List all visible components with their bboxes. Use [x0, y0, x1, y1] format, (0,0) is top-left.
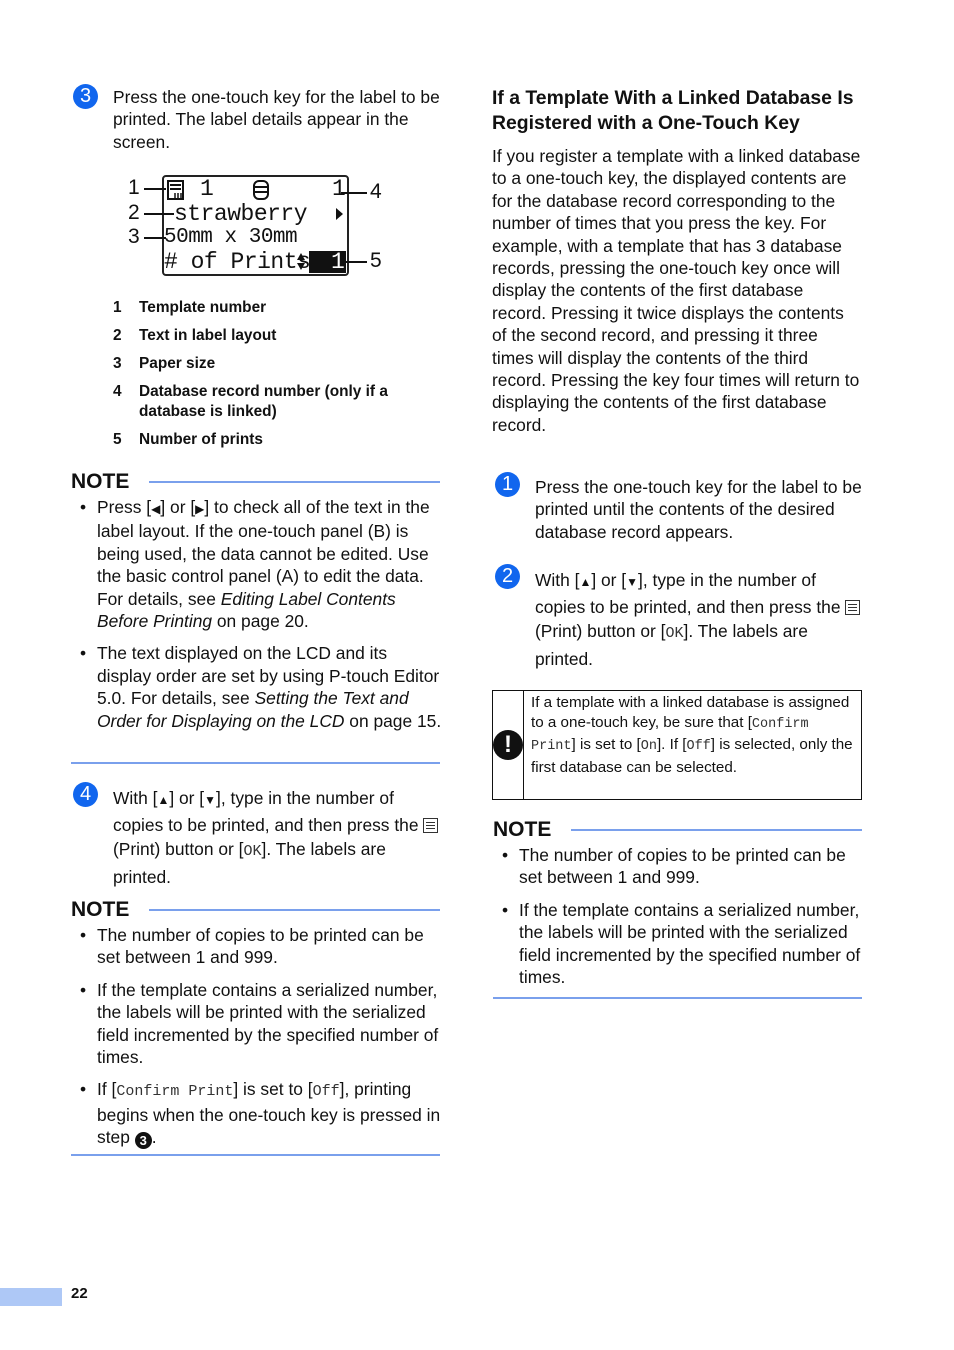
- caution-text: If a template with a linked database is …: [531, 694, 853, 776]
- callout-4: 4: [370, 180, 382, 203]
- note-1-bullet-2: • The text displayed on the LCD and its d…: [80, 643, 442, 731]
- note-2-list: • The number of copies to be printed can …: [80, 924, 442, 1159]
- note-1-list: • Press [◀] or [▶] to check all of the te…: [80, 496, 442, 742]
- note-3-rule: [571, 829, 862, 831]
- legend-item: 2 Text in label layout: [113, 327, 277, 344]
- legend-item: 3 Paper size: [113, 355, 216, 372]
- print-icon: [845, 599, 861, 615]
- callout-2: 2: [128, 201, 140, 224]
- down-arrow-key: ▼: [204, 793, 217, 807]
- lcd-screen: 1 1 strawberry 50mm x 30mm # of Prints 1: [162, 175, 349, 276]
- note-3-heading: NOTE: [493, 818, 552, 841]
- right-step-1-badge: 1: [495, 472, 520, 497]
- up-arrow-key: ▲: [579, 575, 592, 589]
- note-2-bottom-rule: [71, 1154, 440, 1156]
- note-2-rule: [149, 909, 440, 911]
- note-1-bullet-1: • Press [◀] or [▶] to check all of the te…: [80, 497, 430, 632]
- note-1-rule: [149, 481, 440, 483]
- step-3-badge: 3: [73, 84, 98, 109]
- down-arrow-key: ▼: [626, 575, 639, 589]
- callout-1: 1: [128, 176, 140, 199]
- right-step-1-text: Press the one-touch key for the label to…: [535, 477, 862, 542]
- callout-3: 3: [128, 225, 140, 248]
- right-step-2-badge: 2: [495, 564, 520, 589]
- lcd-legend: 1 Template number 2 Text in label layout 3…: [113, 298, 443, 458]
- caution-box: ! If a template with a linked database i…: [492, 690, 862, 800]
- note-2-bullet-3: • If [Confirm Print] is set to [Off], pri…: [80, 1079, 441, 1150]
- caution-icon-cell: !: [493, 691, 524, 799]
- step-4-badge: 4: [73, 782, 98, 807]
- legend-item: 4 Database record number (only if a datab…: [113, 383, 388, 420]
- step-4-text: With [▲] or [▼], type in the number of c…: [113, 786, 443, 889]
- right-arrow-key: ▶: [195, 502, 205, 516]
- callout-5: 5: [370, 249, 382, 272]
- callout-3-line: [144, 237, 166, 239]
- lcd-paper-size: 50mm x 30mm: [164, 226, 298, 249]
- section-heading: If a Template With a Linked Database Is …: [492, 87, 854, 134]
- template-icon: [167, 180, 184, 200]
- callout-1-line: [144, 188, 166, 190]
- lcd-prints-label: # of Prints: [164, 249, 311, 275]
- note-3-list: • The number of copies to be printed can …: [502, 844, 864, 998]
- print-icon: [423, 817, 439, 833]
- note-2-bullet-2: • If the template contains a serialized n…: [80, 979, 439, 1068]
- callout-5-line: [341, 261, 367, 263]
- page-number: 22: [71, 1285, 88, 1302]
- step-3-reference-icon: 3: [134, 1132, 152, 1150]
- note-3-bullet-1: • The number of copies to be printed can …: [502, 845, 846, 888]
- database-icon: [253, 180, 269, 200]
- note-1-heading: NOTE: [71, 470, 130, 493]
- section-intro: If you register a template with a linked…: [492, 146, 861, 435]
- legend-item: 5 Number of prints: [113, 431, 263, 448]
- note-3-bullet-2: • If the template contains a serialized n…: [502, 899, 861, 988]
- legend-item: 1 Template number: [113, 299, 267, 316]
- note-2-bullet-1: • The number of copies to be printed can …: [80, 925, 424, 968]
- note-1-bottom-rule: [71, 762, 440, 764]
- lcd-record-number: 1: [332, 176, 346, 202]
- callout-4-line: [341, 192, 367, 194]
- lcd-template-number: 1: [200, 176, 214, 202]
- up-down-icon: [297, 253, 305, 270]
- callout-2-line: [144, 213, 174, 215]
- right-arrow-icon: [336, 208, 343, 220]
- step-3-text: Press the one-touch key for the label to…: [113, 87, 440, 152]
- up-arrow-key: ▲: [157, 793, 170, 807]
- note-3-bottom-rule: [493, 997, 862, 999]
- right-step-2-text: With [▲] or [▼], type in the number of c…: [535, 568, 865, 671]
- footer-accent-bar: [0, 1288, 62, 1306]
- lcd-label-text: strawberry: [174, 201, 308, 227]
- note-2-heading: NOTE: [71, 898, 130, 921]
- exclamation-icon: !: [493, 730, 523, 760]
- left-arrow-key: ◀: [151, 502, 161, 516]
